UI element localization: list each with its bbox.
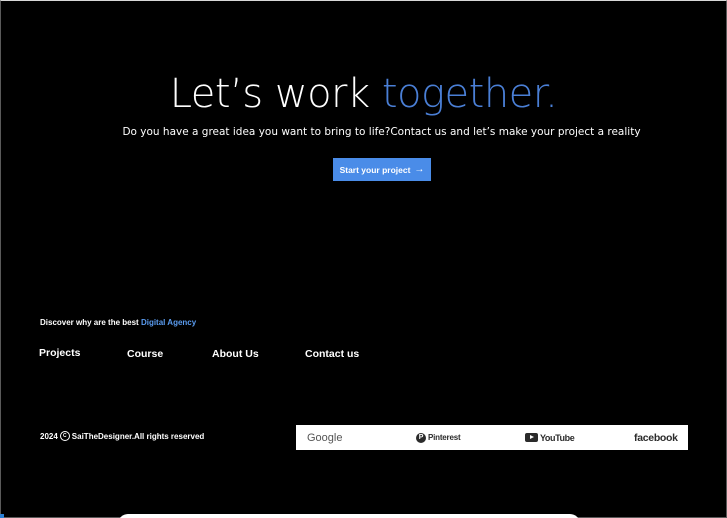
facebook-label: facebook (634, 431, 678, 444)
hero-subtitle: Do you have a great idea you want to bri… (122, 126, 641, 138)
youtube-label: YouTube (540, 432, 575, 443)
hero-title: Let’s work together. (0, 70, 727, 118)
tagline-prefix: Discover why are the best (40, 318, 141, 327)
start-project-label: Start your project (339, 164, 411, 175)
google-label: Google (307, 431, 343, 444)
hero-title-main: Let’s work (169, 71, 382, 117)
tagline-accent: Digital Agency (140, 318, 197, 327)
bottom-bar (118, 514, 580, 518)
facebook-logo: facebook (634, 425, 678, 450)
nav-link-contact[interactable]: Contact us (305, 348, 359, 360)
start-project-button[interactable]: Start your project → (333, 158, 431, 181)
partner-logo-bar: Google P Pinterest YouTube facebook (296, 425, 688, 450)
nav-link-projects[interactable]: Projects (39, 347, 80, 359)
youtube-play-icon (525, 433, 538, 442)
pinterest-label: Pinterest (428, 433, 461, 442)
nav-link-about[interactable]: About Us (212, 348, 259, 360)
pinterest-icon: P (416, 432, 426, 443)
copyright-year: 2024 (40, 431, 58, 441)
youtube-logo: YouTube (525, 425, 575, 450)
copyright: 2024 C SaiTheDesigner.All rights reserve… (40, 431, 204, 441)
google-logo: Google (307, 425, 342, 450)
nav-link-course[interactable]: Course (127, 348, 163, 360)
copyright-icon: C (59, 431, 70, 441)
copyright-text: SaiTheDesigner.All rights reserved (71, 431, 205, 441)
arrow-right-icon: → (414, 164, 425, 175)
footer-tagline: Discover why are the best Digital Agency (40, 318, 196, 327)
hero-title-accent: together. (381, 71, 558, 117)
corner-marker (0, 514, 4, 518)
pinterest-logo: P Pinterest (416, 425, 461, 450)
